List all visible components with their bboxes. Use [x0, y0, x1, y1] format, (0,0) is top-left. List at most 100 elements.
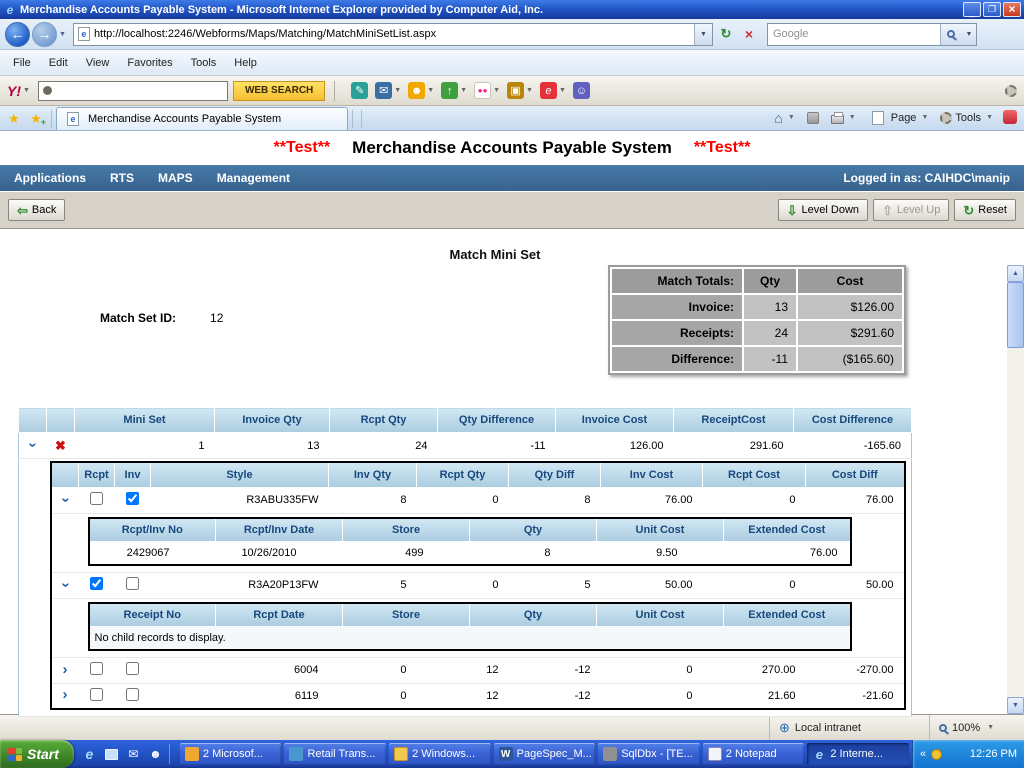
page-icon [871, 110, 884, 125]
inv-checkbox[interactable] [126, 492, 139, 505]
stop-button[interactable]: × [739, 24, 759, 45]
task-button-microsoft[interactable]: 2 Microsof... [179, 743, 282, 765]
scrollbar-thumb[interactable] [1007, 282, 1024, 348]
tray-alert-icon[interactable] [931, 748, 943, 760]
cell-qty-diff: -12 [508, 657, 601, 684]
minimize-button[interactable]: _ [963, 2, 981, 17]
scroll-down-button[interactable]: ▼ [1007, 697, 1024, 714]
menu-favorites[interactable]: Favorites [118, 53, 181, 73]
collapse-row-control[interactable]: › [50, 487, 79, 514]
search-magnifier-button[interactable] [939, 23, 962, 45]
nav-management[interactable]: Management [217, 171, 290, 185]
scroll-up-button[interactable]: ▲ [1007, 265, 1024, 282]
nav-maps[interactable]: MAPS [158, 171, 193, 185]
task-button-pagespec[interactable]: W PageSpec_M... [493, 743, 596, 765]
search-input[interactable] [767, 28, 940, 40]
url-history-dropdown[interactable]: ▼ [693, 23, 712, 45]
yahoo-logo-icon[interactable]: Y! [7, 83, 21, 99]
rcpt-checkbox[interactable] [90, 492, 103, 505]
task-button-retail[interactable]: Retail Trans... [284, 743, 387, 765]
level-up-icon: ⇧ [882, 202, 893, 218]
recent-pages-dropdown[interactable]: ▼ [59, 31, 66, 38]
header-rcpt-qty: Rcpt Qty [416, 461, 509, 488]
menu-tools[interactable]: Tools [182, 53, 226, 73]
toolbar-settings-button[interactable] [1005, 84, 1017, 97]
mail-button[interactable]: ✉ ▼ [375, 82, 401, 99]
yahoo-search-input[interactable] [55, 84, 227, 97]
profile-button[interactable]: ☺ [572, 82, 590, 99]
print-button[interactable]: ▼ [825, 107, 862, 128]
flickr-button[interactable]: ●● ▼ [474, 82, 500, 99]
task-button-internet-explorer[interactable]: e 2 Interne... [807, 743, 909, 765]
browser-back-button[interactable]: ← [5, 21, 30, 47]
task-label: 2 Interne... [830, 748, 883, 760]
briefcase-icon: ▣ [507, 82, 525, 99]
extension-icon[interactable] [1003, 109, 1017, 124]
home-button[interactable]: ⌂ ▼ [768, 107, 800, 128]
inv-checkbox[interactable] [126, 687, 139, 701]
url-input[interactable] [93, 28, 694, 40]
delete-mini-set-button[interactable]: ✖ [46, 432, 75, 459]
menu-help[interactable]: Help [225, 53, 266, 73]
header-rcpt-qty: Rcpt Qty [329, 407, 438, 433]
favorites-button[interactable]: ★ [3, 108, 25, 129]
start-button[interactable]: Start [0, 740, 74, 768]
vertical-scrollbar[interactable]: ▲ ▼ [1007, 265, 1024, 714]
menu-view[interactable]: View [77, 53, 119, 73]
menu-file[interactable]: File [4, 53, 40, 73]
reset-icon: ↻ [963, 202, 975, 218]
browser-tab[interactable]: e Merchandise Accounts Payable System [56, 107, 348, 130]
inv-checkbox[interactable] [126, 662, 139, 675]
menu-edit[interactable]: Edit [40, 53, 77, 73]
rcpt-checkbox[interactable] [90, 662, 103, 675]
yahoo-search-icon [42, 86, 52, 95]
rcpt-checkbox[interactable] [90, 687, 103, 701]
briefcase-button[interactable]: ▣ ▼ [507, 82, 533, 99]
feeds-button[interactable] [801, 107, 825, 128]
level-down-button[interactable]: ⇩ Level Down [777, 199, 869, 221]
back-arrow-icon: ⇦ [17, 202, 28, 218]
style-row: › 6119 0 12 -12 0 21.60 -21.60 [50, 683, 905, 710]
header-invoice-qty: Invoice Qty [214, 407, 330, 433]
compose-button[interactable]: ✎ [351, 82, 369, 99]
back-button[interactable]: ⇦ Back [8, 199, 66, 221]
collapse-row-control[interactable]: › [50, 572, 79, 599]
web-search-button[interactable]: WEB SEARCH [232, 80, 326, 101]
expand-row-control[interactable]: › [50, 657, 79, 684]
task-button-windows[interactable]: 2 Windows... [389, 743, 491, 765]
detail-row: Receipt No Rcpt Date Store Qty Unit Cost… [50, 598, 905, 658]
bookmarks-button[interactable]: ↑ ▼ [441, 82, 467, 99]
page-menu-button[interactable]: Page ▼ [862, 107, 935, 128]
add-favorite-button[interactable]: ★ + [25, 108, 47, 129]
inv-checkbox[interactable] [126, 577, 139, 590]
tools-menu-button[interactable]: Tools ▼ [934, 107, 999, 128]
mail-quicklaunch-icon[interactable]: ✉ [125, 746, 142, 763]
collapse-row-control[interactable]: › [18, 432, 47, 459]
messenger-quicklaunch-icon[interactable]: ☻ [147, 746, 164, 763]
browser-forward-button[interactable]: → [32, 21, 57, 47]
yahoo-logo-dropdown[interactable]: ▼ [23, 87, 30, 94]
chevron-down-icon: ▼ [848, 114, 856, 121]
header-qty: Qty [469, 602, 597, 627]
messenger-button[interactable]: ☻ ▼ [408, 82, 434, 99]
show-desktop-icon[interactable] [103, 746, 120, 763]
maximize-button[interactable]: ❐ [983, 2, 1001, 17]
ebay-button[interactable]: e ▼ [539, 82, 566, 99]
clock[interactable]: 12:26 PM [970, 748, 1017, 760]
cell-inv-qty: 0 [328, 683, 417, 710]
nav-applications[interactable]: Applications [14, 171, 86, 185]
tray-overflow-button[interactable]: « [920, 748, 926, 760]
rcpt-checkbox[interactable] [90, 577, 103, 590]
nav-rts[interactable]: RTS [110, 171, 134, 185]
delete-column-header [46, 407, 75, 433]
ie-quicklaunch-icon[interactable]: e [81, 746, 98, 763]
reset-button[interactable]: ↻ Reset [954, 199, 1016, 221]
refresh-button[interactable]: ↻ [716, 24, 736, 45]
task-button-notepad[interactable]: 2 Notepad [702, 743, 805, 765]
zoom-control[interactable]: 100% ▼ [929, 715, 1024, 740]
search-provider-dropdown[interactable]: ▼ [961, 23, 976, 45]
close-button[interactable]: × [1003, 2, 1021, 17]
task-button-sqldbx[interactable]: SqlDbx - [TE... [598, 743, 700, 765]
cell-rcpt-qty: 0 [416, 487, 509, 514]
expand-row-control[interactable]: › [50, 683, 79, 710]
